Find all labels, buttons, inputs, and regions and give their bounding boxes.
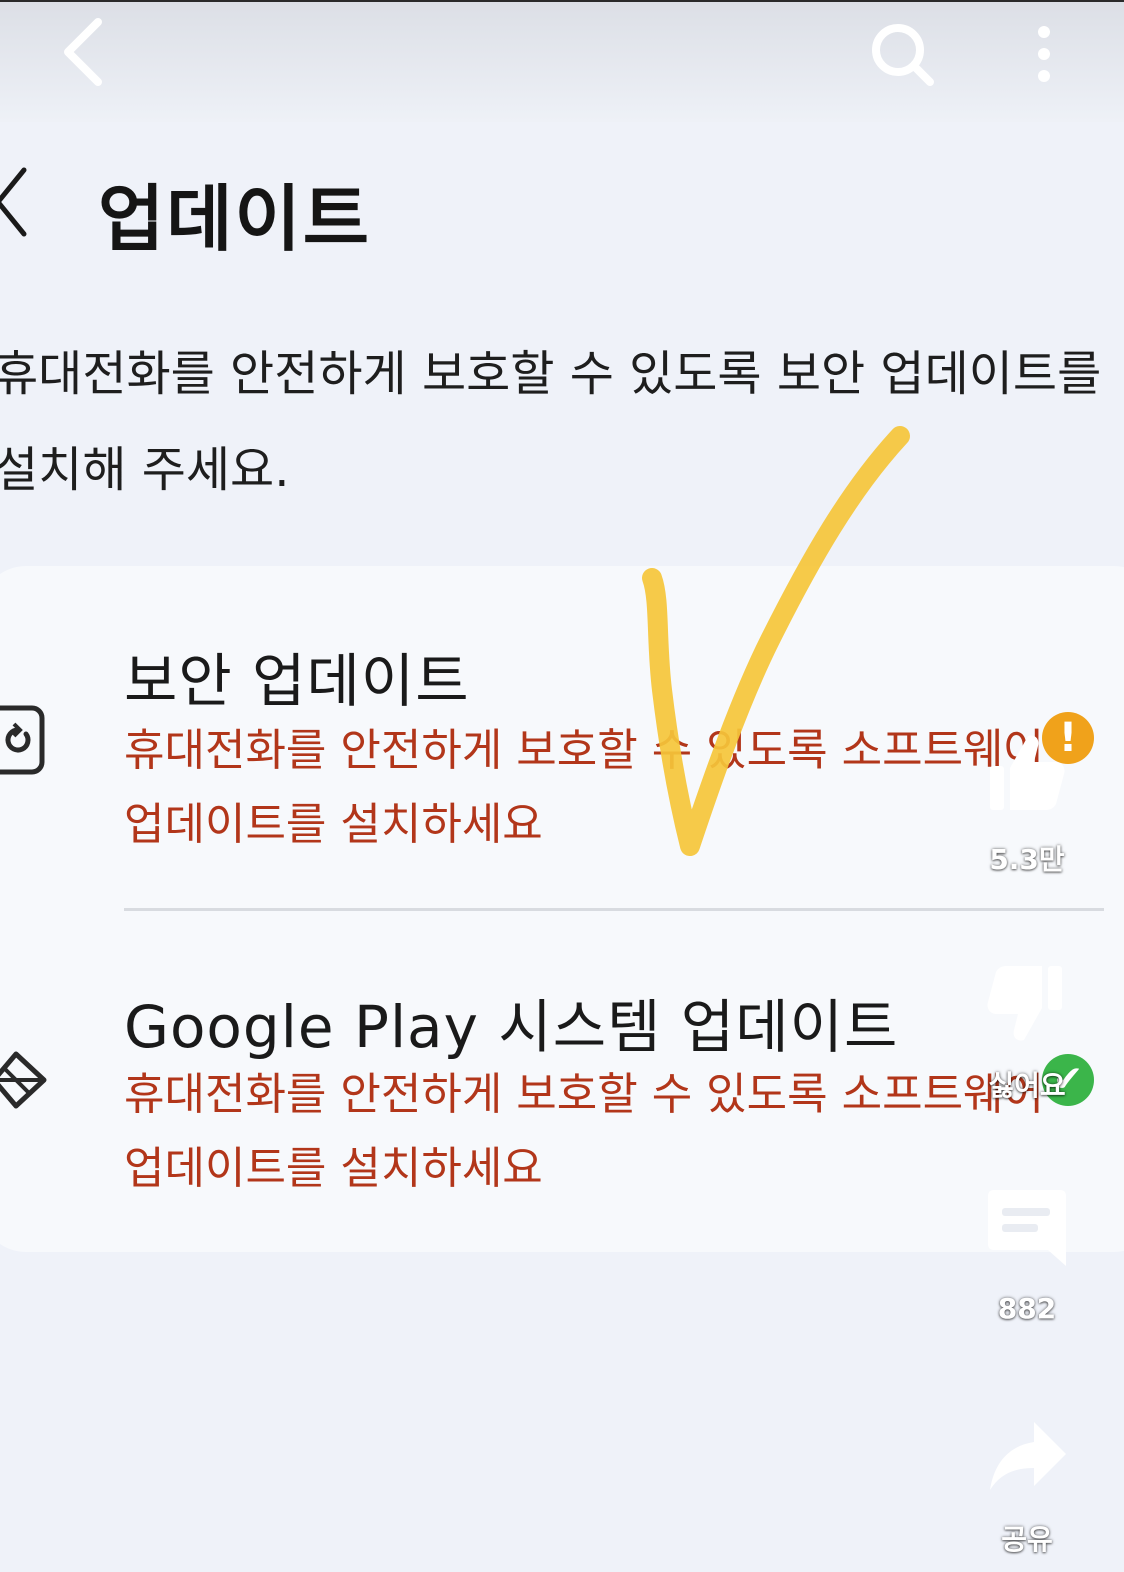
page-back-icon[interactable] [0, 164, 34, 240]
comment-icon [988, 1190, 1066, 1266]
security-update-description: 휴대전화를 안전하게 보호할 수 있도록 소프트웨어 업데이트를 설치하세요 [124, 714, 1044, 862]
top-app-bar [0, 0, 1124, 122]
google-play-icon [0, 1051, 47, 1109]
share-label: 공유 [1001, 1523, 1053, 1556]
share-button[interactable]: 공유 [972, 1418, 1082, 1558]
share-icon [990, 1422, 1066, 1490]
comment-count: 882 [997, 1292, 1057, 1325]
page-title: 업데이트 [98, 177, 371, 261]
dislike-label: 싫어요 [988, 1069, 1066, 1102]
description-line: 휴대전화를 안전하게 보호할 수 있도록 소프트웨어 [124, 1069, 1044, 1120]
comments-button[interactable]: 882 [972, 1188, 1082, 1328]
description-line: 설치해 주세요. [0, 442, 290, 498]
security-update-title: 보안 업데이트 [124, 647, 470, 715]
divider [124, 908, 1104, 911]
description-line: 업데이트를 설치하세요 [124, 799, 543, 850]
back-arrow-icon[interactable] [56, 16, 112, 88]
description-line: 휴대전화를 안전하게 보호할 수 있도록 소프트웨어 [124, 725, 1044, 776]
thumbs-up-icon [990, 735, 1065, 810]
more-options-icon[interactable] [1026, 22, 1062, 86]
search-icon[interactable] [866, 18, 938, 90]
like-button[interactable]: 5.3만 [972, 730, 1082, 876]
like-count: 5.3만 [989, 843, 1065, 876]
thumbs-down-icon [987, 966, 1062, 1041]
google-play-update-description: 휴대전화를 안전하게 보호할 수 있도록 소프트웨어 업데이트를 설치하세요 [124, 1058, 1044, 1206]
page-description: 휴대전화를 안전하게 보호할 수 있도록 보안 업데이트를 설치해 주세요. [0, 326, 1102, 518]
security-update-icon [0, 705, 45, 775]
google-play-update-title: Google Play 시스템 업데이트 [124, 993, 899, 1061]
description-line: 업데이트를 설치하세요 [124, 1143, 543, 1194]
dislike-button[interactable]: 싫어요 [972, 962, 1082, 1102]
description-line: 휴대전화를 안전하게 보호할 수 있도록 보안 업데이트를 [0, 346, 1102, 402]
